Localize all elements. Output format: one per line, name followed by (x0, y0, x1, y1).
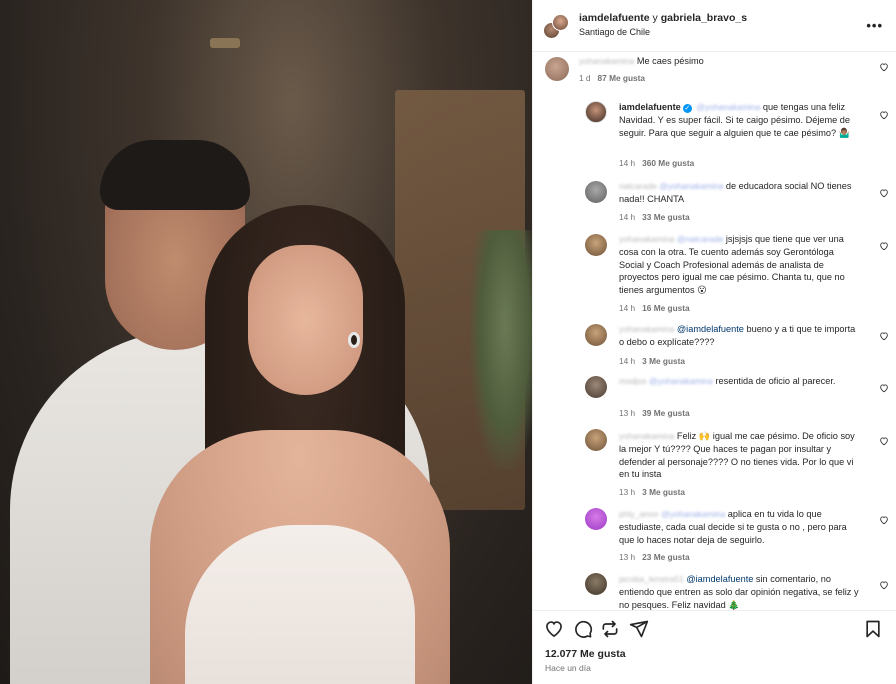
comment-meta: 14 h 3 Me gusta (619, 356, 685, 366)
like-heart-icon[interactable] (879, 515, 889, 525)
avatar[interactable] (585, 181, 607, 203)
share-icon[interactable] (629, 619, 649, 639)
post-authors: iamdelafuente y gabriela_bravo_s (579, 12, 747, 24)
photo-earring (348, 332, 360, 348)
comment-likes[interactable]: 23 Me gusta (642, 552, 690, 562)
comment-mention[interactable]: @yohanakamina (661, 508, 725, 521)
post-timestamp: Hace un día (545, 663, 591, 673)
like-heart-icon[interactable] (879, 188, 889, 198)
comment-meta: 1 d 87 Me gusta (579, 73, 645, 83)
comment-meta: 13 h 3 Me gusta (619, 487, 685, 497)
avatar[interactable] (585, 376, 607, 398)
comment-time: 1 d (579, 73, 591, 83)
photo-background-plant (470, 230, 532, 470)
like-heart-icon[interactable] (879, 241, 889, 251)
comment-likes[interactable]: 3 Me gusta (642, 487, 685, 497)
like-heart-icon[interactable] (544, 619, 564, 639)
comment-mention[interactable]: @yohanakamina (649, 375, 713, 388)
photo-background-lamp (210, 38, 240, 48)
comment-time: 13 h (619, 487, 636, 497)
like-heart-icon[interactable] (879, 110, 889, 120)
save-bookmark-icon[interactable] (863, 619, 883, 639)
comment-meta: 14 h 360 Me gusta (619, 158, 694, 168)
post-location[interactable]: Santiago de Chile (579, 27, 650, 37)
comment-body: yohanakamina @natcarade jsjsjsjs que tie… (619, 233, 859, 297)
comment-likes[interactable]: 87 Me gusta (598, 73, 646, 83)
comment-likes[interactable]: 3 Me gusta (642, 356, 685, 366)
photo-man-hair (100, 140, 250, 210)
like-heart-icon[interactable] (879, 331, 889, 341)
author-conjunction: y (652, 12, 658, 24)
comment-username[interactable]: phly_amor (619, 508, 659, 521)
avatar[interactable] (585, 234, 607, 256)
comment-mention[interactable]: @iamdelafuente (686, 574, 753, 584)
comment-username[interactable]: yohanakamina (619, 323, 674, 336)
comment-username[interactable]: jacoba_lenstra51 (619, 573, 684, 586)
comment-time: 14 h (619, 212, 636, 222)
comment-time: 14 h (619, 356, 636, 366)
comment-likes[interactable]: 39 Me gusta (642, 408, 690, 418)
comment-meta: 13 h 23 Me gusta (619, 552, 690, 562)
comment-body: yohanakamina Me caes pésimo (579, 55, 869, 68)
comment-mention[interactable]: @natcarade (677, 233, 723, 246)
more-options-icon[interactable]: ••• (866, 18, 883, 33)
comment-time: 14 h (619, 303, 636, 313)
comment-time: 14 h (619, 158, 636, 168)
post-actions: 12.077 Me gusta Hace un día (533, 610, 896, 684)
comment-meta: 13 h 39 Me gusta (619, 408, 690, 418)
comment-username[interactable]: yohanakamina (619, 430, 674, 443)
comment-body: iamdelafuente ✓ @yohanakamina que tengas … (619, 101, 859, 139)
comment-username[interactable]: iamdelafuente (619, 102, 681, 112)
comment-time: 13 h (619, 552, 636, 562)
comments-list[interactable]: yohanakamina Me caes pésimo 1 d 87 Me gus… (533, 52, 896, 610)
comment-body: phly_amor @yohanakamina aplica en tu vid… (619, 508, 859, 546)
comment-bubble-icon[interactable] (573, 619, 593, 639)
like-heart-icon[interactable] (879, 383, 889, 393)
verified-badge-icon: ✓ (682, 104, 692, 113)
comment-time: 13 h (619, 408, 636, 418)
avatar[interactable] (585, 324, 607, 346)
comment-body: yohanakamina @iamdelafuente bueno y a ti… (619, 323, 859, 349)
comment-body: yohanakamina Feliz 🙌 igual me cae pésimo… (619, 430, 859, 481)
avatar[interactable] (552, 14, 569, 31)
comment-mention[interactable]: @yohanakamina (659, 180, 723, 193)
comment-body: jacoba_lenstra51 @iamdelafuente sin come… (619, 573, 859, 610)
like-heart-icon[interactable] (879, 580, 889, 590)
comment-username[interactable]: yohanakamina (619, 233, 674, 246)
author-username[interactable]: gabriela_bravo_s (661, 12, 747, 24)
author-username[interactable]: iamdelafuente (579, 12, 650, 24)
comment-username[interactable]: yohanakamina (579, 55, 634, 68)
like-heart-icon[interactable] (879, 436, 889, 446)
comment-text: resentida de oficio al parecer. (715, 376, 836, 386)
comment-body: natcarade @yohanakamina de educadora soc… (619, 180, 859, 206)
avatar[interactable] (585, 101, 607, 123)
avatar[interactable] (545, 57, 569, 81)
comment-meta: 14 h 16 Me gusta (619, 303, 690, 313)
like-heart-icon[interactable] (879, 62, 889, 72)
avatar[interactable] (585, 429, 607, 451)
post-header: iamdelafuente y gabriela_bravo_s Santiag… (533, 0, 896, 52)
collab-avatars[interactable] (543, 14, 569, 40)
post-likes-count[interactable]: 12.077 Me gusta (545, 648, 626, 660)
comment-username[interactable]: natcarade (619, 180, 657, 193)
comment-mention[interactable]: @yohanakamina (696, 101, 760, 114)
comment-mention[interactable]: @iamdelafuente (677, 324, 744, 334)
avatar[interactable] (585, 508, 607, 530)
comment-meta: 14 h 33 Me gusta (619, 212, 690, 222)
photo-woman-face (248, 245, 363, 395)
comment-likes[interactable]: 33 Me gusta (642, 212, 690, 222)
comment-body: modjos @yohanakamina resentida de oficio… (619, 375, 859, 388)
comment-text: Me caes pésimo (636, 56, 704, 66)
comment-likes[interactable]: 16 Me gusta (642, 303, 690, 313)
comment-username[interactable]: modjos (619, 375, 646, 388)
post-photo[interactable] (0, 0, 532, 684)
avatar[interactable] (585, 573, 607, 595)
comments-panel: iamdelafuente y gabriela_bravo_s Santiag… (532, 0, 896, 684)
comment-likes[interactable]: 360 Me gusta (642, 158, 694, 168)
repost-icon[interactable] (600, 619, 620, 639)
